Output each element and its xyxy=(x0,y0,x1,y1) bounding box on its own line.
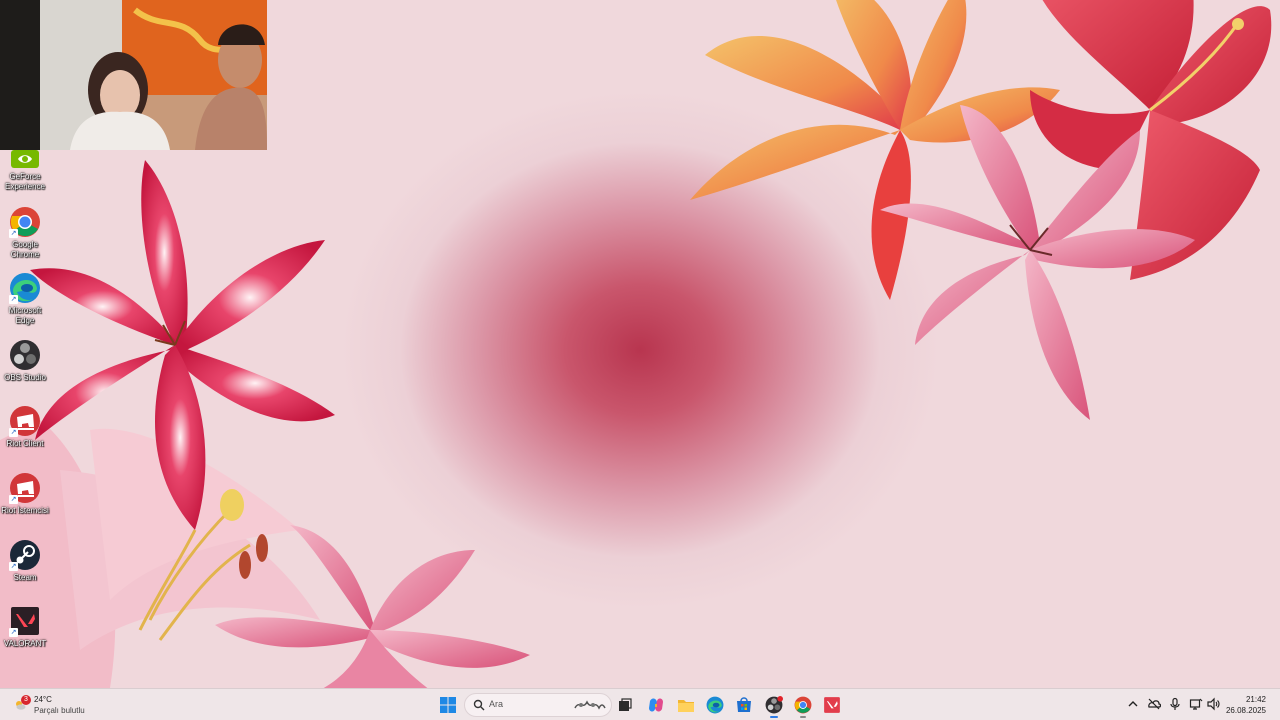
chevron-up-icon[interactable] xyxy=(1126,697,1140,711)
shortcut-arrow-icon: ↗ xyxy=(9,562,18,571)
riot-client-icon: ↗ xyxy=(9,405,41,437)
desktop-icon-riot-client[interactable]: ↗ Riot Client xyxy=(0,405,50,449)
shortcut-arrow-icon: ↗ xyxy=(9,628,18,637)
network-icon[interactable] xyxy=(1189,697,1203,711)
weather-condition: Parçalı bulutlu xyxy=(34,706,85,715)
task-view-icon xyxy=(619,698,632,711)
desktop-icon-valorant[interactable]: ↗ VALORANT xyxy=(0,605,50,649)
running-indicator xyxy=(800,716,806,718)
steam-icon: ↗ xyxy=(9,539,41,571)
desktop-icon-geforce-experience[interactable]: GeForce Experience xyxy=(0,150,50,192)
edge-icon xyxy=(706,696,724,714)
taskbar-search-box[interactable]: Ara xyxy=(464,693,612,717)
file-explorer-icon xyxy=(678,700,694,712)
webcam-video-frame xyxy=(0,0,267,150)
chrome-icon xyxy=(794,696,812,714)
taskbar: 3 24°C Parçalı bulutlu Ara 21:42 26.08.2… xyxy=(0,688,1280,720)
clock-time: 21:42 xyxy=(1245,695,1266,704)
search-highlight-doodle-icon xyxy=(574,700,606,710)
chrome-icon: ↗ xyxy=(9,206,41,238)
riot-istemcisi-icon: ↗ xyxy=(9,472,41,504)
shortcut-arrow-icon: ↗ xyxy=(9,295,18,304)
chrome-taskbar-button[interactable] xyxy=(791,693,815,718)
microsoft-store-button[interactable] xyxy=(732,693,756,717)
desktop-icon-obs-studio[interactable]: OBS Studio xyxy=(0,339,50,383)
shortcut-arrow-icon: ↗ xyxy=(9,495,18,504)
microsoft-store-icon xyxy=(737,697,751,712)
notification-badge: 3 xyxy=(21,695,31,705)
desktop-icon-label: Steam xyxy=(13,573,37,582)
desktop-icon-label: GeForce Experience xyxy=(4,172,46,191)
desktop-icon-label: VALORANT xyxy=(3,639,47,648)
desktop-icon-label: Riot Client xyxy=(6,439,44,448)
obs-taskbar-button[interactable] xyxy=(762,693,786,718)
shortcut-arrow-icon: ↗ xyxy=(9,229,18,238)
valorant-taskbar-button[interactable] xyxy=(820,693,844,717)
task-view-button[interactable] xyxy=(613,693,637,717)
taskbar-clock[interactable]: 21:42 26.08.2025 xyxy=(1226,694,1266,716)
search-placeholder: Ara xyxy=(489,699,504,709)
valorant-icon xyxy=(824,697,840,713)
onedrive-icon[interactable] xyxy=(1147,697,1161,711)
start-button[interactable] xyxy=(436,693,460,717)
start-icon xyxy=(440,697,456,713)
obs-studio-icon xyxy=(9,339,41,371)
shortcut-arrow-icon: ↗ xyxy=(9,428,18,437)
desktop-icon-microsoft-edge[interactable]: ↗ Microsoft Edge xyxy=(0,272,50,326)
desktop-icon-google-chrome[interactable]: ↗ Google Chrome xyxy=(0,206,50,260)
clock-date: 26.08.2025 xyxy=(1225,706,1266,715)
weather-temperature: 24°C xyxy=(34,695,52,704)
desktop-icon-riot-istemcisi[interactable]: ↗ Riot İstemcisi xyxy=(0,472,50,516)
copilot-icon xyxy=(649,698,663,712)
file-explorer-button[interactable] xyxy=(674,693,698,717)
desktop-icon-label: Microsoft Edge xyxy=(8,306,42,325)
webcam-overlay xyxy=(0,0,267,150)
desktop-icon-label: Google Chrome xyxy=(10,240,40,259)
microphone-icon[interactable] xyxy=(1168,697,1182,711)
geforce-experience-icon xyxy=(9,150,41,170)
volume-icon[interactable] xyxy=(1206,697,1220,711)
edge-icon: ↗ xyxy=(9,272,41,304)
valorant-icon: ↗ xyxy=(9,605,41,637)
obs-studio-icon xyxy=(765,696,783,714)
desktop-icon-label: Riot İstemcisi xyxy=(1,506,49,515)
search-icon xyxy=(473,699,485,711)
desktop-icon-label: OBS Studio xyxy=(4,373,46,382)
copilot-button[interactable] xyxy=(644,693,668,717)
running-indicator xyxy=(770,716,778,718)
edge-taskbar-button[interactable] xyxy=(703,693,727,717)
desktop-icon-steam[interactable]: ↗ Steam xyxy=(0,539,50,583)
